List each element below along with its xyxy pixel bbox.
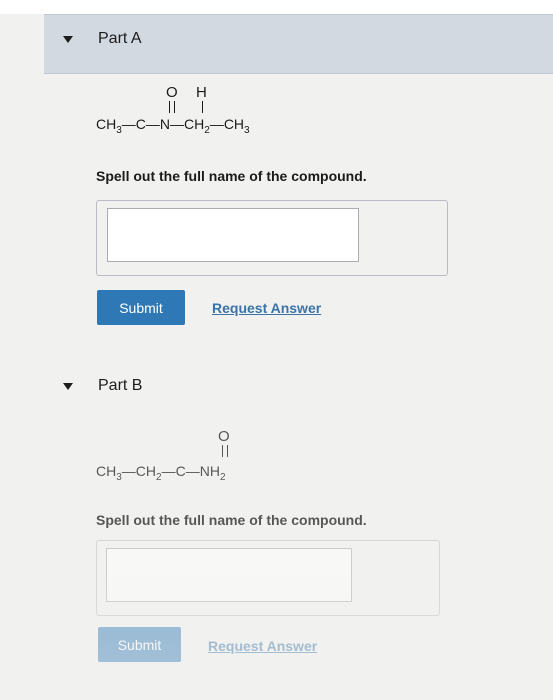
hydrogen-atom: H <box>196 84 207 101</box>
single-bond-line <box>202 101 203 113</box>
part-a-title: Part A <box>98 30 142 47</box>
part-b-submit-button[interactable]: Submit <box>98 627 181 662</box>
double-bond-line-1 <box>169 101 170 113</box>
part-b-answer-input[interactable] <box>106 548 352 602</box>
part-a-prompt: Spell out the full name of the compound. <box>96 168 367 184</box>
double-bond-line-2 <box>174 101 175 113</box>
part-a-submit-button[interactable]: Submit <box>97 290 185 325</box>
part-a-formula: CH3—C—N—CH2—CH3 <box>96 116 250 136</box>
oxygen-atom: O <box>218 428 230 445</box>
caret-down-icon[interactable] <box>63 383 73 390</box>
caret-down-icon[interactable] <box>63 36 73 43</box>
part-b-request-answer-link[interactable]: Request Answer <box>208 638 317 654</box>
part-b-formula: CH3—CH2—C—NH2 <box>96 463 226 483</box>
double-bond-line-2 <box>227 445 228 457</box>
part-b-title: Part B <box>98 377 143 394</box>
part-a-answer-input[interactable] <box>107 208 359 262</box>
top-strip <box>0 0 553 14</box>
part-b-prompt: Spell out the full name of the compound. <box>96 512 367 528</box>
oxygen-atom: O <box>166 84 178 101</box>
double-bond-line-1 <box>222 445 223 457</box>
part-a-request-answer-link[interactable]: Request Answer <box>212 300 321 316</box>
